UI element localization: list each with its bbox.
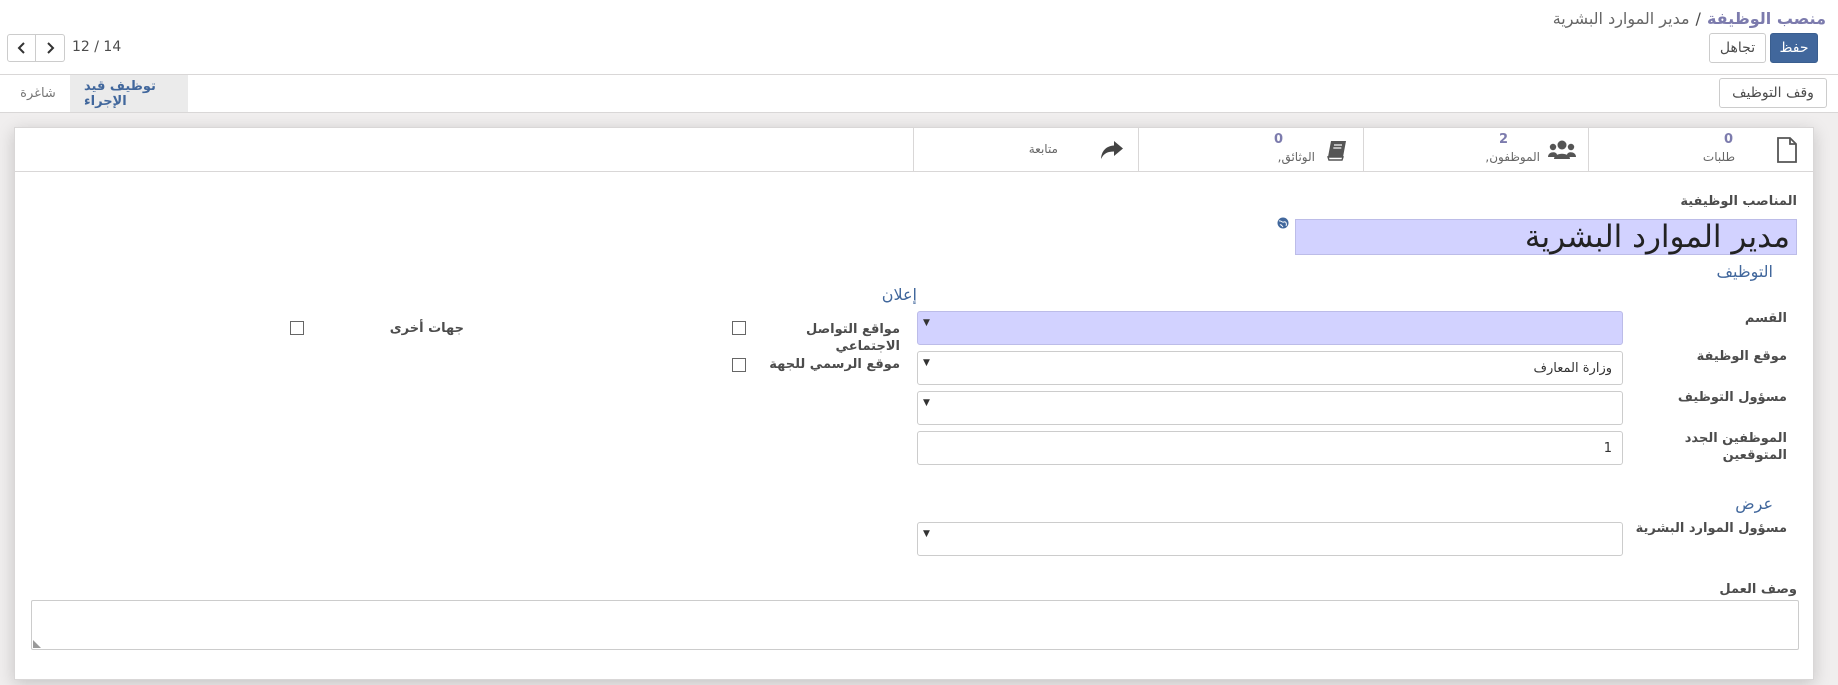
recruiter-label: مسؤول التوظيف (1677, 390, 1787, 405)
chevron-down-icon: ▼ (923, 398, 930, 408)
control-panel: منصب الوظيفة / مدير الموارد البشرية حفظ تج… (0, 0, 1838, 75)
breadcrumb-current: مدير الموارد البشرية (1552, 9, 1690, 28)
resize-grip-icon[interactable] (33, 640, 41, 648)
discard-button[interactable]: تجاهل (1709, 33, 1766, 63)
job-description-label: وصف العمل (1719, 582, 1797, 597)
documents-stat-button[interactable]: 0 الوثائق, (1138, 128, 1363, 171)
job-location-value: وزارة المعارف (1533, 360, 1612, 376)
stage-open[interactable]: شاغرة (6, 75, 70, 112)
official-site-checkbox[interactable] (732, 358, 746, 372)
form-sheet: 0 طلبات 2 الموظفون, 0 الوثائق, متابعة ال… (14, 127, 1814, 680)
expected-employees-input[interactable]: 1 (917, 431, 1623, 465)
pager-next-button[interactable] (36, 34, 65, 62)
department-label: القسم (1744, 311, 1787, 326)
social-media-label: مواقع التواصل الاجتماعي (806, 321, 900, 355)
button-box: 0 طلبات 2 الموظفون, 0 الوثائق, متابعة (15, 128, 1813, 172)
offer-group-title: عرض (1735, 494, 1773, 513)
chevron-left-icon (17, 42, 25, 54)
publish-group-title: إعلان (881, 285, 917, 304)
documents-label: الوثائق, (1277, 150, 1315, 164)
form-header: وقف التوظيف توظيف قيد الإجراء شاغرة (0, 75, 1838, 113)
follow-label: متابعة (1028, 142, 1058, 156)
employees-stat-button[interactable]: 2 الموظفون, (1363, 128, 1588, 171)
hr-responsible-label: مسؤول الموارد البشرية (1635, 521, 1787, 536)
other-sources-label: جهات أخرى (389, 321, 464, 336)
chevron-down-icon: ▼ (923, 529, 930, 539)
recruiter-select[interactable]: ▼ (917, 391, 1623, 425)
breadcrumb: منصب الوظيفة / مدير الموارد البشرية (1553, 9, 1826, 28)
official-site-label: موقع الرسمي للجهة (769, 357, 900, 372)
job-location-select[interactable]: وزارة المعارف ▼ (917, 351, 1623, 385)
recruitment-group-title: التوظيف (1716, 262, 1773, 281)
breadcrumb-parent-link[interactable]: منصب الوظيفة (1707, 9, 1826, 28)
stage-recruitment-in-progress[interactable]: توظيف قيد الإجراء (70, 75, 188, 112)
expected-employees-label-line2: المتوقعين (1722, 448, 1787, 463)
job-name-label: المناصب الوظيفية (1680, 194, 1797, 209)
share-icon (1098, 136, 1126, 164)
stop-recruitment-button[interactable]: وقف التوظيف (1719, 78, 1827, 108)
job-description-textarea[interactable] (31, 600, 1799, 650)
job-name-input[interactable]: مدير الموارد البشرية (1295, 219, 1797, 255)
book-icon (1323, 136, 1351, 164)
applications-label: طلبات (1702, 150, 1735, 164)
social-media-checkbox[interactable] (732, 321, 746, 335)
applications-stat-button[interactable]: 0 طلبات (1588, 128, 1813, 171)
chevron-right-icon (47, 42, 55, 54)
translate-globe-icon[interactable] (1277, 217, 1289, 229)
chevron-down-icon: ▼ (923, 318, 930, 328)
employees-label: الموظفون, (1485, 150, 1540, 164)
expected-employees-label: الموظفين الجدد المتوقعين (1685, 430, 1787, 464)
save-button[interactable]: حفظ (1770, 33, 1818, 63)
other-sources-checkbox[interactable] (290, 321, 304, 335)
employees-count: 2 (1498, 132, 1508, 147)
users-icon (1548, 136, 1576, 164)
hr-responsible-select[interactable]: ▼ (917, 522, 1623, 556)
social-media-label-line1: مواقع التواصل (806, 322, 900, 337)
breadcrumb-separator: / (1695, 9, 1701, 28)
pager-previous-button[interactable] (7, 34, 36, 62)
follow-stat-button[interactable]: متابعة (913, 128, 1138, 171)
pager-value[interactable]: 12 / 14 (72, 39, 121, 55)
social-media-label-line2: الاجتماعي (835, 339, 900, 354)
chevron-down-icon: ▼ (923, 358, 930, 368)
file-icon (1773, 136, 1801, 164)
expected-employees-label-line1: الموظفين الجدد (1684, 431, 1787, 446)
applications-count: 0 (1723, 132, 1733, 147)
documents-count: 0 (1273, 132, 1283, 147)
job-location-label: موقع الوظيفة (1696, 349, 1787, 364)
department-select[interactable]: ▼ (917, 311, 1623, 345)
